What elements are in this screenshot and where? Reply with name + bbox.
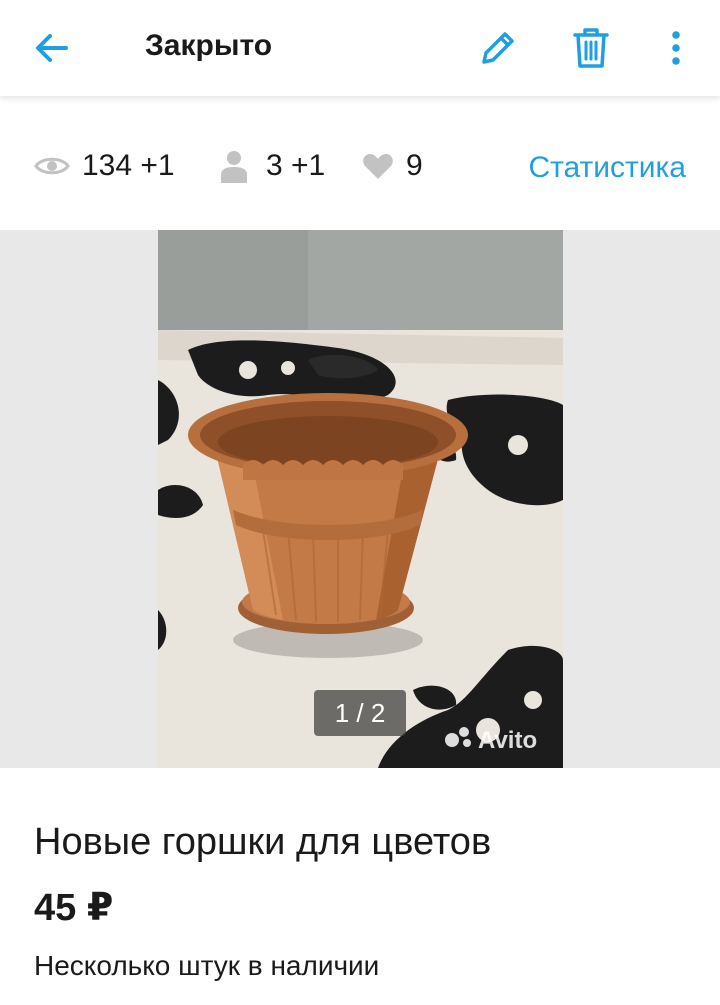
statistics-link[interactable]: Статистика [528, 151, 686, 185]
listing-description: Несколько штук в наличии [34, 950, 380, 981]
delete-button[interactable] [563, 20, 619, 76]
more-vertical-icon [672, 31, 680, 65]
contacts-counter: 3 +1 [220, 146, 325, 186]
views-counter: 134 +1 [34, 146, 175, 186]
person-icon [220, 149, 248, 183]
arrow-left-icon [36, 34, 68, 62]
listing-photo[interactable] [158, 230, 563, 768]
back-button[interactable] [26, 22, 78, 74]
listing-price: 45 ₽ [34, 887, 114, 929]
eye-icon [34, 154, 70, 178]
favorites-counter: 9 [362, 146, 423, 186]
page-title: Закрыто [145, 29, 273, 62]
stats-row: 134 +1 3 +1 9 Статистика [0, 96, 720, 230]
more-menu-button[interactable] [650, 20, 702, 76]
watermark-dots-icon [444, 726, 474, 755]
heart-icon [362, 152, 394, 180]
listing-title: Новые горшки для цветов [34, 821, 492, 863]
contacts-count: 3 +1 [266, 149, 326, 182]
views-count: 134 +1 [82, 149, 175, 182]
edit-button[interactable] [470, 20, 526, 76]
watermark-text: Avito [478, 726, 538, 754]
favorites-count: 9 [406, 149, 423, 182]
photo-gallery[interactable] [0, 230, 720, 768]
trash-icon [573, 28, 609, 68]
pencil-icon [482, 32, 514, 64]
avito-watermark: Avito [444, 726, 537, 755]
app-bar: Закрыто [0, 0, 720, 96]
photo-counter: 1 / 2 [314, 690, 406, 736]
